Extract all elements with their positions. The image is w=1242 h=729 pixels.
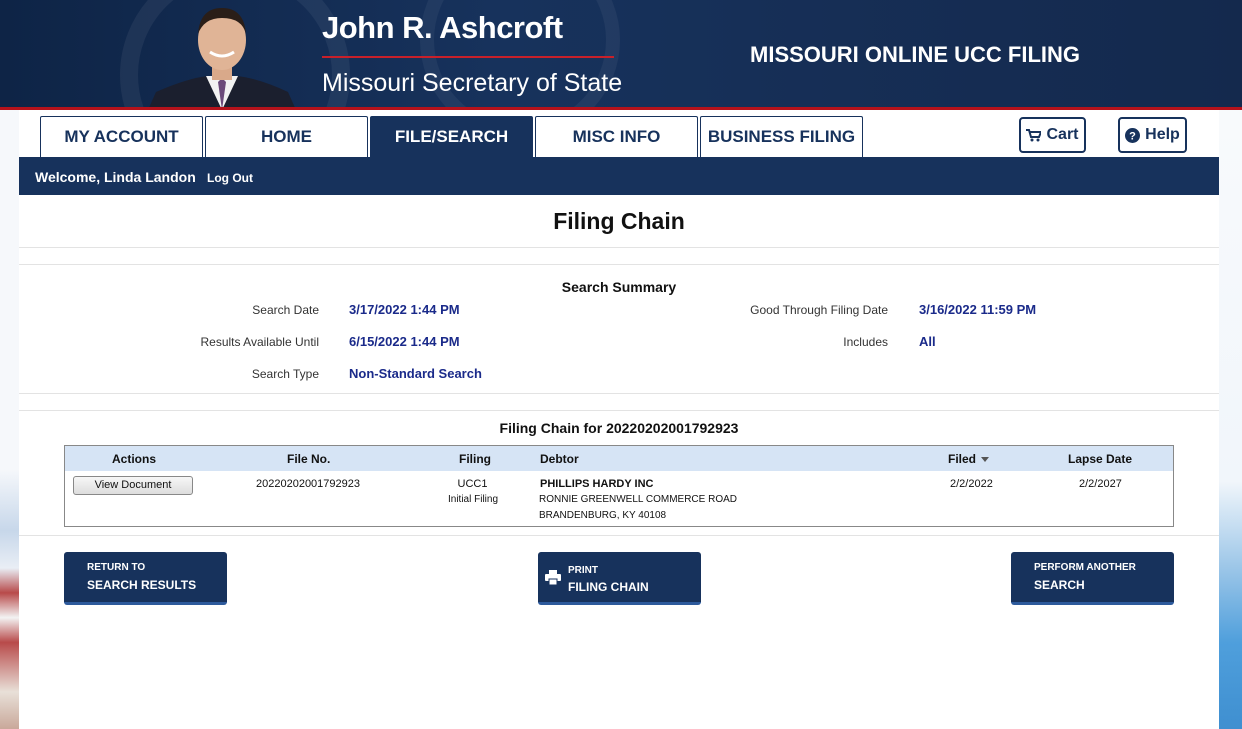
view-document-button[interactable]: View Document <box>73 476 193 495</box>
debtor-address-line1: RONNIE GREENWELL COMMERCE ROAD <box>539 494 737 505</box>
background-sky-right <box>1219 110 1242 729</box>
header-divider <box>322 56 614 58</box>
search-date-value: 3/17/2022 1:44 PM <box>349 302 460 317</box>
another-button-line1: PERFORM ANOTHER <box>1034 562 1136 573</box>
filing-chain-table: Actions File No. Filing Debtor Filed Lap… <box>64 445 1174 527</box>
summary-bottom-divider <box>19 393 1219 394</box>
official-name: John R. Ashcroft <box>322 10 563 45</box>
tab-home[interactable]: HOME <box>205 116 368 157</box>
summary-top-divider <box>19 264 1219 265</box>
welcome-text: Welcome, Linda Landon <box>35 169 196 185</box>
welcome-bar: Welcome, Linda Landon Log Out <box>19 157 1219 195</box>
return-button-line1: RETURN TO <box>87 562 146 573</box>
question-circle-icon: ? <box>1125 127 1141 143</box>
column-lapse-date[interactable]: Lapse Date <box>1068 452 1132 466</box>
official-office: Missouri Secretary of State <box>322 69 623 97</box>
results-until-value: 6/15/2022 1:44 PM <box>349 334 460 349</box>
search-summary-title: Search Summary <box>561 279 677 295</box>
background-flag-left <box>0 110 19 729</box>
site-header: John R. Ashcroft Missouri Secretary of S… <box>0 0 1242 110</box>
column-debtor[interactable]: Debtor <box>540 452 579 466</box>
official-portrait <box>149 8 295 107</box>
chain-top-divider <box>19 410 1219 411</box>
help-button[interactable]: ? Help <box>1118 117 1187 153</box>
actions-divider <box>19 535 1219 536</box>
cart-button[interactable]: Cart <box>1019 117 1086 153</box>
print-filing-chain-button[interactable]: PRINT FILING CHAIN <box>538 552 701 605</box>
column-filed-label: Filed <box>948 452 977 466</box>
cart-label: Cart <box>1046 126 1079 143</box>
main-panel: MY ACCOUNT HOME FILE/SEARCH MISC INFO BU… <box>19 110 1219 729</box>
return-to-search-results-button[interactable]: RETURN TO SEARCH RESULTS <box>64 552 227 605</box>
tab-misc-info[interactable]: MISC INFO <box>535 116 698 157</box>
column-actions: Actions <box>112 452 157 466</box>
printer-icon <box>545 570 561 585</box>
filing-type-cell: UCC1 <box>457 478 488 490</box>
print-button-line2: FILING CHAIN <box>568 580 649 594</box>
column-filing[interactable]: Filing <box>459 452 491 466</box>
tab-business-filing[interactable]: BUSINESS FILING <box>700 116 863 157</box>
logout-link[interactable]: Log Out <box>207 171 253 185</box>
filing-desc-cell: Initial Filing <box>447 494 499 505</box>
app-title: MISSOURI ONLINE UCC FILING <box>750 42 1080 67</box>
search-type-value: Non-Standard Search <box>349 366 482 381</box>
includes-label: Includes <box>843 335 888 349</box>
page-title: Filing Chain <box>553 208 685 234</box>
svg-text:?: ? <box>1129 130 1136 142</box>
good-through-label: Good Through Filing Date <box>750 303 888 317</box>
title-divider <box>19 247 1219 248</box>
results-until-label: Results Available Until <box>200 335 319 349</box>
search-type-label: Search Type <box>251 367 319 381</box>
file-no-cell: 20220202001792923 <box>256 478 361 490</box>
filing-chain-title: Filing Chain for 20220202001792923 <box>499 420 739 436</box>
help-label: Help <box>1145 126 1180 143</box>
debtor-name-cell: PHILLIPS HARDY INC <box>540 478 654 490</box>
another-button-line2: SEARCH <box>1034 578 1085 592</box>
filed-date-cell: 2/2/2022 <box>950 478 993 490</box>
column-file-no[interactable]: File No. <box>287 452 330 466</box>
tab-my-account[interactable]: MY ACCOUNT <box>40 116 203 157</box>
return-button-line2: SEARCH RESULTS <box>87 578 197 592</box>
column-filed[interactable]: Filed <box>948 452 990 466</box>
search-date-label: Search Date <box>252 303 319 317</box>
perform-another-search-button[interactable]: PERFORM ANOTHER SEARCH <box>1011 552 1174 605</box>
lapse-date-cell: 2/2/2027 <box>1079 478 1122 490</box>
cart-icon <box>1026 128 1042 141</box>
debtor-address-line2: BRANDENBURG, KY 40108 <box>539 510 667 521</box>
good-through-value: 3/16/2022 11:59 PM <box>919 302 1037 317</box>
table-header: Actions File No. Filing Debtor Filed Lap… <box>65 446 1173 471</box>
sort-desc-icon <box>981 457 990 463</box>
includes-value: All <box>919 334 936 349</box>
tab-file-search[interactable]: FILE/SEARCH <box>370 116 533 157</box>
print-button-line1: PRINT <box>568 565 598 576</box>
